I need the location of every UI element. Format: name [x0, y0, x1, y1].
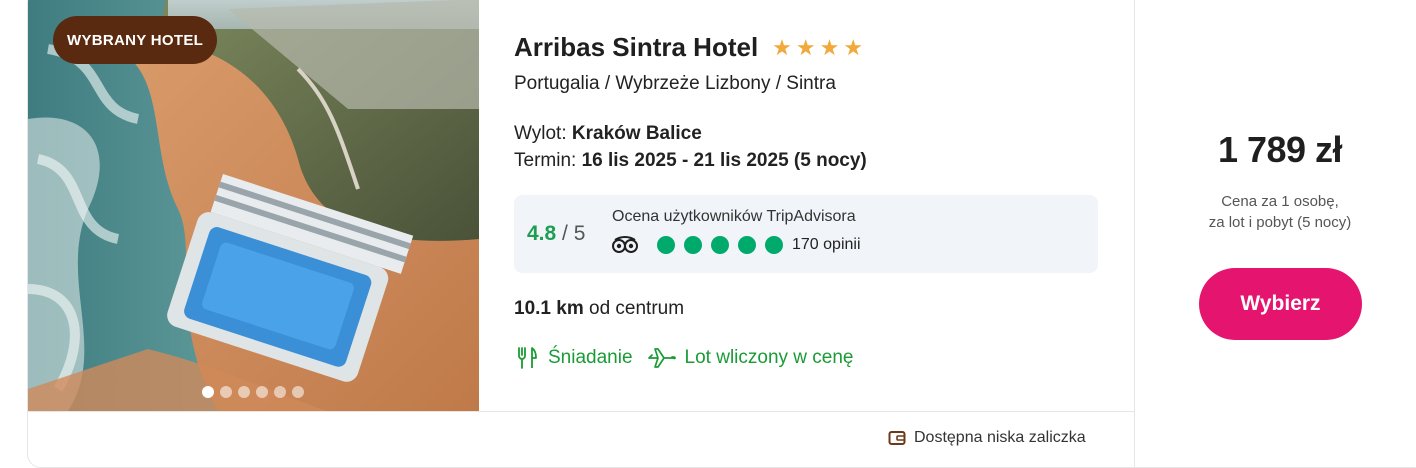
feature-label: Lot wliczony w cenę — [684, 347, 854, 368]
photo-pagination[interactable] — [202, 386, 304, 398]
price-note: Cena za 1 osobę, za lot i pobyt (5 nocy) — [1135, 191, 1416, 233]
rating-bubble — [765, 236, 783, 254]
price-column: 1 789 zł Cena za 1 osobę, za lot i pobyt… — [1135, 0, 1416, 467]
star-icon: ★ — [819, 34, 840, 60]
price-amount: 1 789 zł — [1217, 129, 1343, 170]
price-note-line: za lot i pobyt (5 nocy) — [1208, 214, 1352, 231]
choose-button[interactable]: Wybierz — [1199, 268, 1362, 340]
distance-suffix: od centrum — [589, 298, 685, 319]
rating-bubbles-row: 170 opinii — [612, 235, 861, 255]
distance-value: 10.1 km — [514, 298, 584, 319]
photo-dot[interactable] — [292, 386, 304, 398]
low-deposit-info: Dostępna niska zaliczka — [888, 429, 1086, 447]
bottom-divider — [28, 411, 1134, 412]
photo-dot[interactable] — [202, 386, 214, 398]
star-icon: ★ — [795, 34, 816, 60]
departure-label: Wylot: — [514, 123, 567, 144]
departure-value: Kraków Balice — [571, 123, 702, 144]
hotel-name[interactable]: Arribas Sintra Hotel — [514, 32, 758, 63]
rating-max: / 5 — [562, 222, 586, 245]
rating-bubble — [657, 236, 675, 254]
star-icon: ★ — [772, 34, 792, 60]
distance-from-center: 10.1 km od centrum — [514, 298, 684, 320]
deposit-label: Dostępna niska zaliczka — [914, 429, 1086, 446]
hotel-info: Arribas Sintra Hotel ★ ★ ★ ★ Portugalia … — [514, 0, 1134, 411]
rating-value: 4.8 — [527, 222, 557, 245]
selected-hotel-badge: WYBRANY HOTEL — [53, 16, 218, 64]
title-row: Arribas Sintra Hotel ★ ★ ★ ★ — [514, 32, 863, 63]
departure-line: Wylot: Kraków Balice — [514, 120, 867, 147]
term-line: Termin: 16 lis 2025 - 21 lis 2025 (5 noc… — [514, 147, 867, 174]
rating-score: 4.8 / 5 — [527, 222, 585, 246]
photo-dot[interactable] — [274, 386, 286, 398]
rating-bubble — [711, 236, 729, 254]
feature-label: Śniadanie — [548, 347, 633, 368]
photo-dot[interactable] — [238, 386, 250, 398]
term-value: 16 lis 2025 - 21 lis 2025 (5 nocy) — [581, 150, 867, 171]
term-label: Termin: — [514, 150, 577, 171]
wallet-icon — [888, 431, 906, 445]
cutlery-icon — [518, 347, 537, 369]
photo-dot[interactable] — [256, 386, 268, 398]
star-icon: ★ — [843, 34, 864, 60]
photo-dot[interactable] — [220, 386, 232, 398]
reviews-count[interactable]: 170 opinii — [792, 236, 861, 254]
plane-icon — [647, 348, 676, 368]
star-rating: ★ ★ ★ ★ — [772, 34, 864, 60]
tripadvisor-rating: 4.8 / 5 Ocena użytkowników TripAdvisora … — [514, 195, 1098, 273]
hotel-photo[interactable]: WYBRANY HOTEL — [28, 0, 479, 411]
price-note-line: Cena za 1 osobę, — [1221, 193, 1339, 210]
features-list: Śniadanie Lot wliczony w cenę — [514, 345, 854, 371]
tripadvisor-owl-icon — [612, 236, 638, 253]
rating-bubble — [684, 236, 702, 254]
hotel-card: WYBRANY HOTEL Arribas Sintra Hotel ★ ★ ★… — [27, 0, 1416, 468]
feature-flight-included: Lot wliczony w cenę — [647, 345, 854, 371]
hotel-location: Portugalia / Wybrzeże Lizbony / Sintra — [514, 73, 836, 94]
rating-bubble — [738, 236, 756, 254]
feature-breakfast: Śniadanie — [514, 345, 633, 371]
rating-label: Ocena użytkowników TripAdvisora — [612, 208, 856, 225]
flight-details: Wylot: Kraków Balice Termin: 16 lis 2025… — [514, 120, 867, 174]
